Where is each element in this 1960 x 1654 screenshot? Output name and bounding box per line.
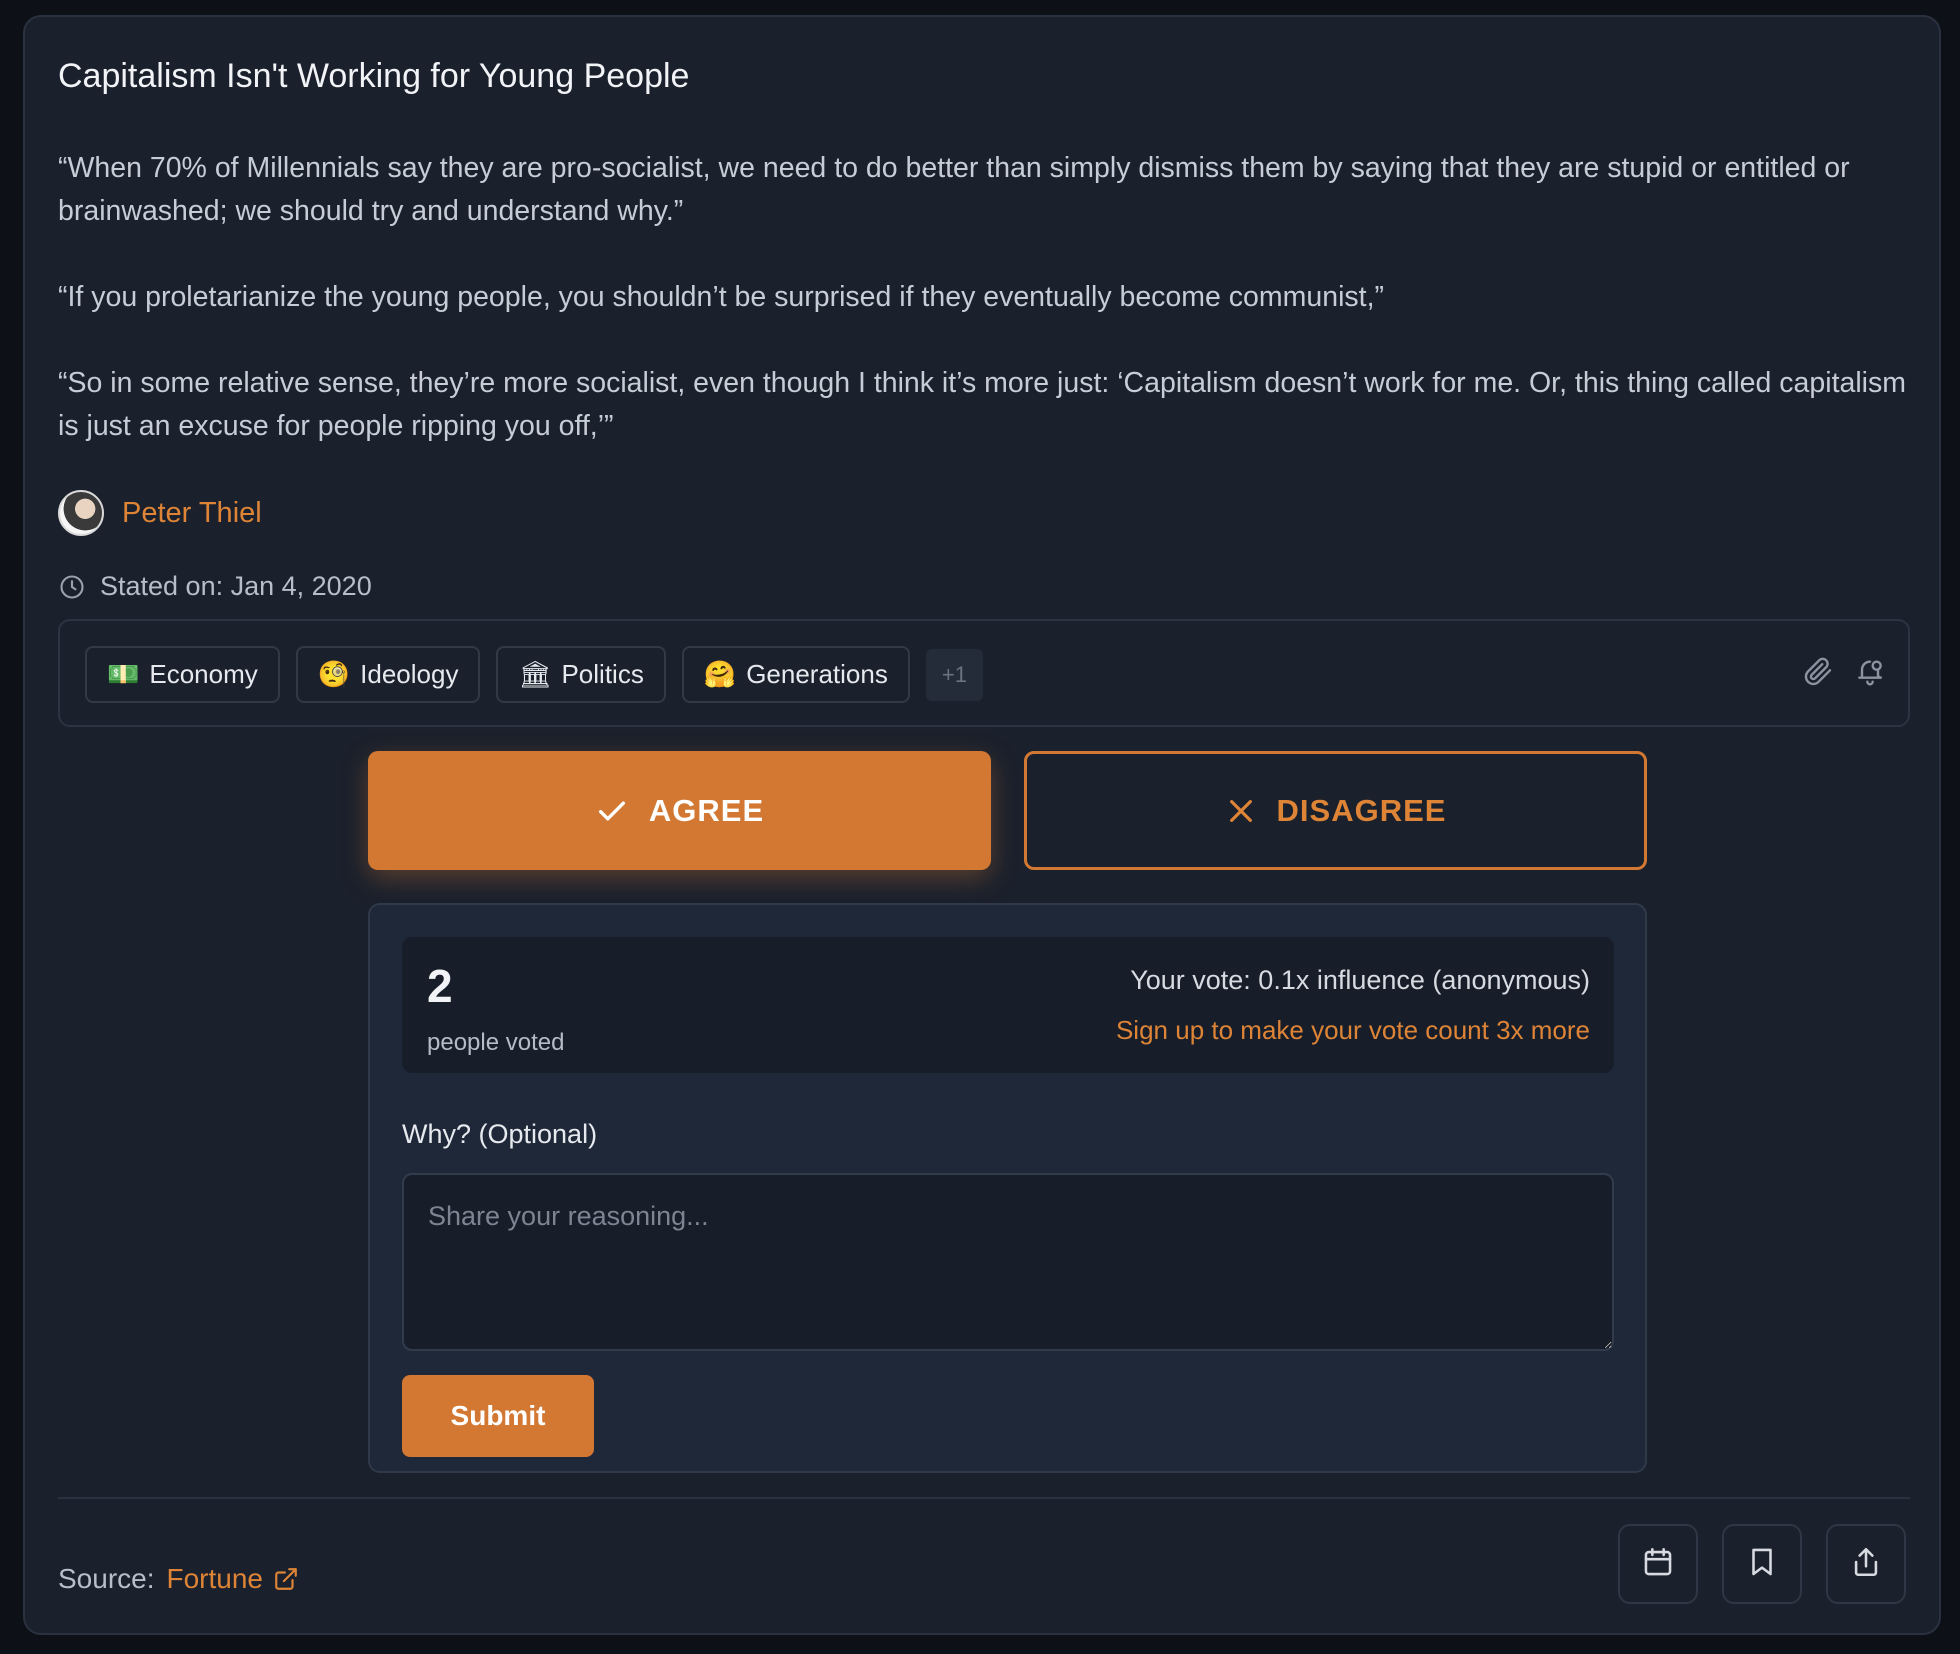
classical-building-icon: 🏛: [518, 659, 552, 689]
tag-label: Economy: [149, 659, 258, 689]
vote-stats: 2 people voted Your vote: 0.1x influence…: [402, 937, 1614, 1073]
reasoning-input[interactable]: [402, 1173, 1614, 1351]
tag-generations[interactable]: 🤗 Generations: [681, 646, 910, 703]
quote-block: “When 70% of Millennials say they are pr…: [58, 147, 1918, 491]
vote-panel: 2 people voted Your vote: 0.1x influence…: [368, 903, 1647, 1473]
tag-list: 💵 Economy 🧐 Ideology 🏛 Politics 🤗 Genera…: [85, 646, 983, 703]
tag-ideology[interactable]: 🧐 Ideology: [295, 646, 481, 703]
why-label: Why? (Optional): [402, 1119, 598, 1149]
share-icon: [1849, 1545, 1883, 1584]
avatar[interactable]: [58, 490, 104, 536]
your-vote-info: Your vote: 0.1x influence (anonymous): [1130, 965, 1590, 995]
footer-actions: [1618, 1524, 1906, 1604]
claim-card: Capitalism Isn't Working for Young Peopl…: [23, 15, 1941, 1635]
tag-label: Politics: [561, 659, 644, 689]
share-button[interactable]: [1826, 1524, 1906, 1604]
stated-date-row: Stated on: Jan 4, 2020: [58, 571, 372, 602]
tag-politics[interactable]: 🏛 Politics: [496, 646, 666, 703]
author-name-link[interactable]: Peter Thiel: [122, 497, 262, 530]
tag-economy[interactable]: 💵 Economy: [85, 646, 280, 703]
external-link-icon: [273, 1566, 299, 1592]
disagree-label: DISAGREE: [1276, 792, 1447, 828]
divider: [58, 1497, 1910, 1499]
tags-bar: 💵 Economy 🧐 Ideology 🏛 Politics 🤗 Genera…: [58, 619, 1910, 727]
disagree-button[interactable]: DISAGREE: [1024, 751, 1647, 870]
monocle-face-icon: 🧐: [317, 659, 351, 689]
source-link[interactable]: Fortune: [167, 1563, 300, 1595]
stated-date: Stated on: Jan 4, 2020: [100, 571, 372, 601]
calendar-button[interactable]: [1618, 1524, 1698, 1604]
money-icon: 💵: [107, 659, 140, 689]
source-row: Source: Fortune: [58, 1563, 299, 1595]
bookmark-button[interactable]: [1722, 1524, 1802, 1604]
vote-buttons: AGREE DISAGREE: [368, 751, 1647, 870]
signup-link[interactable]: Sign up to make your vote count 3x more: [1116, 1015, 1590, 1046]
quote-paragraph: “If you proletarianize the young people,…: [58, 281, 1384, 313]
quote-paragraph: “So in some relative sense, they’re more…: [58, 367, 1907, 442]
agree-label: AGREE: [648, 792, 765, 828]
tag-label: Ideology: [360, 659, 459, 689]
tag-label: Generations: [746, 659, 888, 689]
check-icon: [595, 794, 629, 828]
more-tags-button[interactable]: +1: [925, 648, 983, 701]
paperclip-icon[interactable]: [1802, 655, 1834, 692]
quote-paragraph: “When 70% of Millennials say they are pr…: [58, 152, 1850, 227]
clock-icon: [58, 573, 86, 601]
submit-button[interactable]: Submit: [402, 1375, 594, 1457]
tag-actions: [1802, 655, 1886, 692]
claim-title: Capitalism Isn't Working for Young Peopl…: [58, 57, 690, 95]
bookmark-icon: [1745, 1545, 1779, 1584]
bell-plus-icon[interactable]: [1854, 655, 1886, 692]
source-name: Fortune: [166, 1563, 264, 1594]
hugging-face-icon: 🤗: [703, 659, 737, 689]
author-row[interactable]: Peter Thiel: [58, 490, 262, 536]
agree-button[interactable]: AGREE: [368, 751, 991, 870]
vote-count-label: people voted: [427, 1029, 565, 1056]
calendar-icon: [1641, 1545, 1675, 1584]
close-icon: [1225, 795, 1257, 827]
vote-count: 2: [427, 960, 453, 1012]
source-label: Source:: [58, 1563, 155, 1594]
